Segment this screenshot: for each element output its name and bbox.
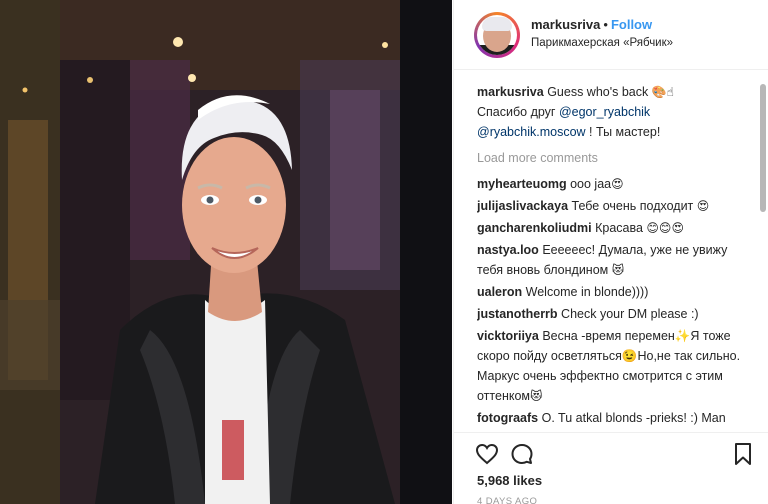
comment-emoji: 😻 <box>530 389 543 403</box>
comment-emoji: 😊😊😍 <box>646 221 684 235</box>
comment-username[interactable]: vicktoriiya <box>477 329 539 343</box>
avatar-image <box>477 15 517 55</box>
comment-emoji: 😻 <box>611 263 625 277</box>
post-timestamp: 4 DAYS AGO <box>477 496 538 504</box>
bookmark-icon[interactable] <box>730 441 756 467</box>
heart-icon[interactable] <box>474 441 500 467</box>
comments-scrollbar[interactable] <box>760 84 766 212</box>
list-item: nastya.loo Ееееееc! Думала, уже не увижу… <box>477 240 755 280</box>
post-actions: 5,968 likes 4 DAYS AGO <box>454 432 768 504</box>
comment-text: Check your DM please :) <box>561 307 699 321</box>
comment-text: Красава <box>595 221 643 235</box>
mention-link-2[interactable]: @ryabchik.moscow <box>477 125 586 139</box>
follow-button[interactable]: Follow <box>611 17 652 32</box>
caption-text-c: ! Ты мастер! <box>589 125 661 139</box>
username-line: markusriva • Follow <box>531 17 652 32</box>
comment-username[interactable]: myhearteuomg <box>477 177 567 191</box>
caption-text-a: Guess who's back <box>547 85 649 99</box>
caption-text-b: Спасибо друг <box>477 105 556 119</box>
caption-emoji: 🎨☝ <box>651 85 674 99</box>
portrait-illustration <box>0 0 452 504</box>
comment-username[interactable]: justanotherrb <box>477 307 558 321</box>
caption-username[interactable]: markusriva <box>477 85 544 99</box>
list-item: fotograafs O. Tu atkal blonds -prieks! :… <box>477 408 755 430</box>
comment-username[interactable]: ualeron <box>477 285 522 299</box>
location-link[interactable]: Парикмахерская «Рябчик» <box>531 37 673 49</box>
separator-dot: • <box>603 17 608 32</box>
comment-text: ooo jaa <box>570 177 612 191</box>
list-item: myhearteuomg ooo jaa😍 <box>477 174 755 194</box>
list-item: ualeron Welcome in blonde)))) <box>477 282 755 302</box>
comment-username[interactable]: nastya.loo <box>477 243 539 257</box>
list-item: justanotherrb Check your DM please :) <box>477 304 755 324</box>
comment-username[interactable]: julijaslivackaya <box>477 199 568 213</box>
avatar[interactable] <box>474 12 520 58</box>
comment-text: Тебе очень подходит <box>571 199 694 213</box>
comment-username[interactable]: fotograafs <box>477 411 538 425</box>
list-item: julijaslivackaya Тебе очень подходит 😍 <box>477 196 755 216</box>
list-item: vicktoriiya Весна -время перемен✨Я тоже … <box>477 326 755 406</box>
mention-link-1[interactable]: @egor_ryabchik <box>559 105 650 119</box>
list-item: gancharenkoliudmi Красава 😊😊😍 <box>477 218 755 238</box>
comments-list[interactable]: markusriva Guess who's back 🎨☝ Спасибо д… <box>477 82 755 430</box>
post-header: markusriva • Follow Парикмахерская «Рябчик… <box>454 0 768 70</box>
comment-emoji: 😍 <box>696 199 710 213</box>
post-sidebar: markusriva • Follow Парикмахерская «Рябчик… <box>453 0 768 504</box>
comment-text: Welcome in blonde)))) <box>525 285 649 299</box>
comment-username[interactable]: gancharenkoliudmi <box>477 221 592 235</box>
username-link[interactable]: markusriva <box>531 17 600 32</box>
post-photo[interactable] <box>0 0 452 504</box>
load-more-comments-button[interactable]: Load more comments <box>477 148 755 168</box>
comment-emoji: 😍 <box>611 177 624 191</box>
likes-count[interactable]: 5,968 likes <box>477 473 542 488</box>
caption: markusriva Guess who's back 🎨☝ Спасибо д… <box>477 82 755 142</box>
comment-icon[interactable] <box>509 441 535 467</box>
